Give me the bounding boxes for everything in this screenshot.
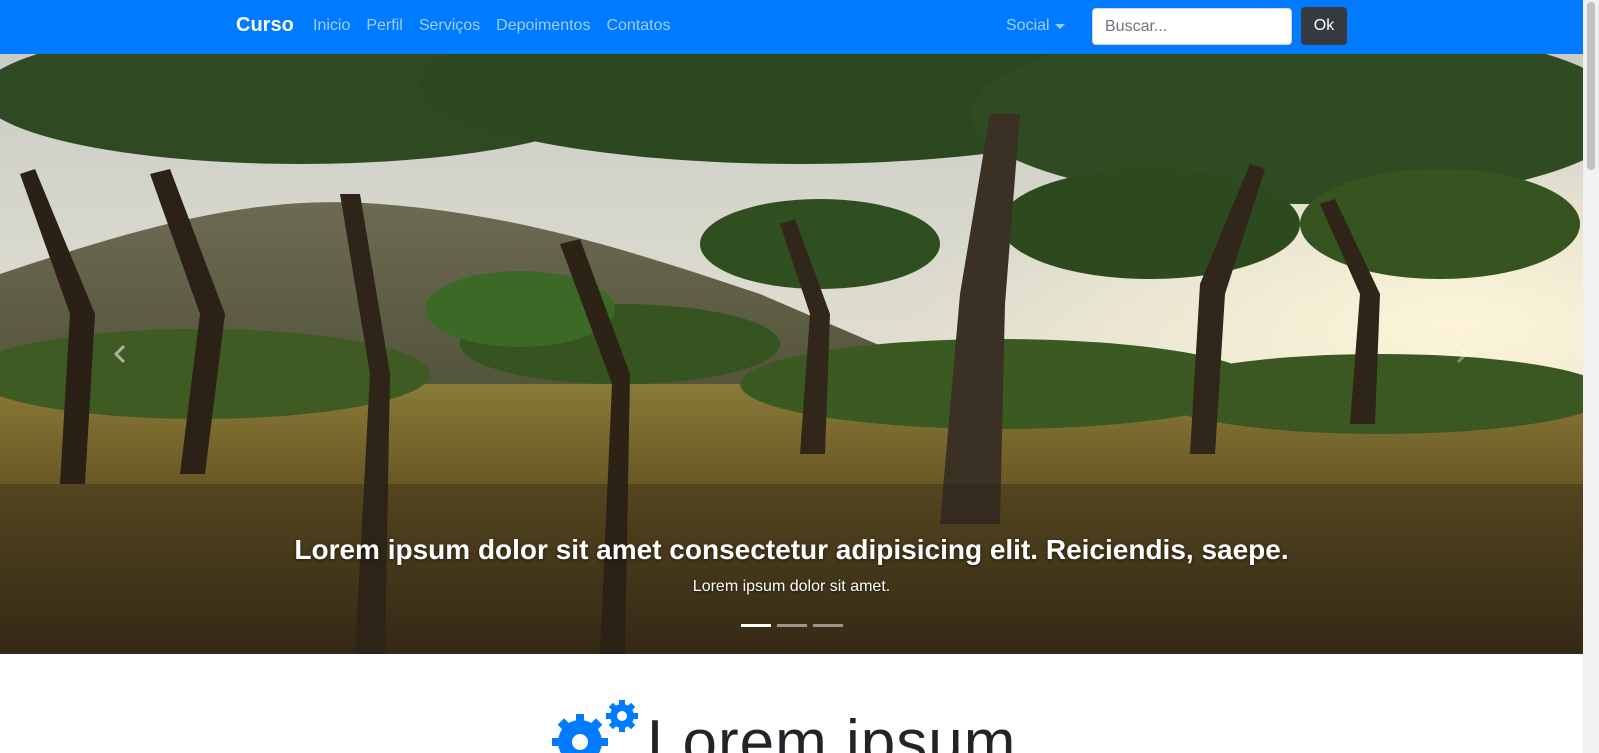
nav-link-servicos[interactable]: Serviços xyxy=(419,17,480,35)
carousel-indicator-1[interactable] xyxy=(740,624,771,627)
carousel-next-icon[interactable] xyxy=(1442,334,1482,374)
brand-logo[interactable]: Curso xyxy=(236,14,294,37)
top-navbar: Curso Inicio Perfil Serviços Depoimentos… xyxy=(0,0,1583,54)
gears-icon xyxy=(552,700,638,753)
carousel-prev-icon[interactable] xyxy=(100,334,140,374)
search-input[interactable] xyxy=(1092,8,1292,45)
nav-link-contatos[interactable]: Contatos xyxy=(606,17,670,35)
page-scrollbar[interactable] xyxy=(1583,0,1599,753)
carousel-indicators xyxy=(0,624,1583,627)
search-submit-button[interactable]: Ok xyxy=(1301,7,1347,45)
carousel-caption: Lorem ipsum dolor sit amet consectetur a… xyxy=(0,534,1583,596)
nav-link-depoimentos[interactable]: Depoimentos xyxy=(496,17,590,35)
carousel-caption-title: Lorem ipsum dolor sit amet consectetur a… xyxy=(294,534,1289,565)
social-dropdown[interactable]: Social xyxy=(1006,17,1065,35)
social-dropdown-label: Social xyxy=(1006,17,1050,34)
caret-down-icon xyxy=(1054,24,1065,29)
carousel-indicator-3[interactable] xyxy=(812,624,843,627)
services-heading: Lorem ipsum xyxy=(550,700,1016,753)
scrollbar-thumb[interactable] xyxy=(1587,2,1595,170)
carousel-caption-text: Lorem ipsum dolor sit amet. xyxy=(692,578,891,595)
section-title: Lorem ipsum xyxy=(647,708,1017,753)
hero-carousel: Lorem ipsum dolor sit amet consectetur a… xyxy=(0,54,1583,654)
carousel-indicator-2[interactable] xyxy=(776,624,807,627)
nav-links: Inicio Perfil Serviços Depoimentos Conta… xyxy=(313,17,687,35)
nav-link-perfil[interactable]: Perfil xyxy=(366,17,402,35)
nav-link-inicio[interactable]: Inicio xyxy=(313,17,350,35)
